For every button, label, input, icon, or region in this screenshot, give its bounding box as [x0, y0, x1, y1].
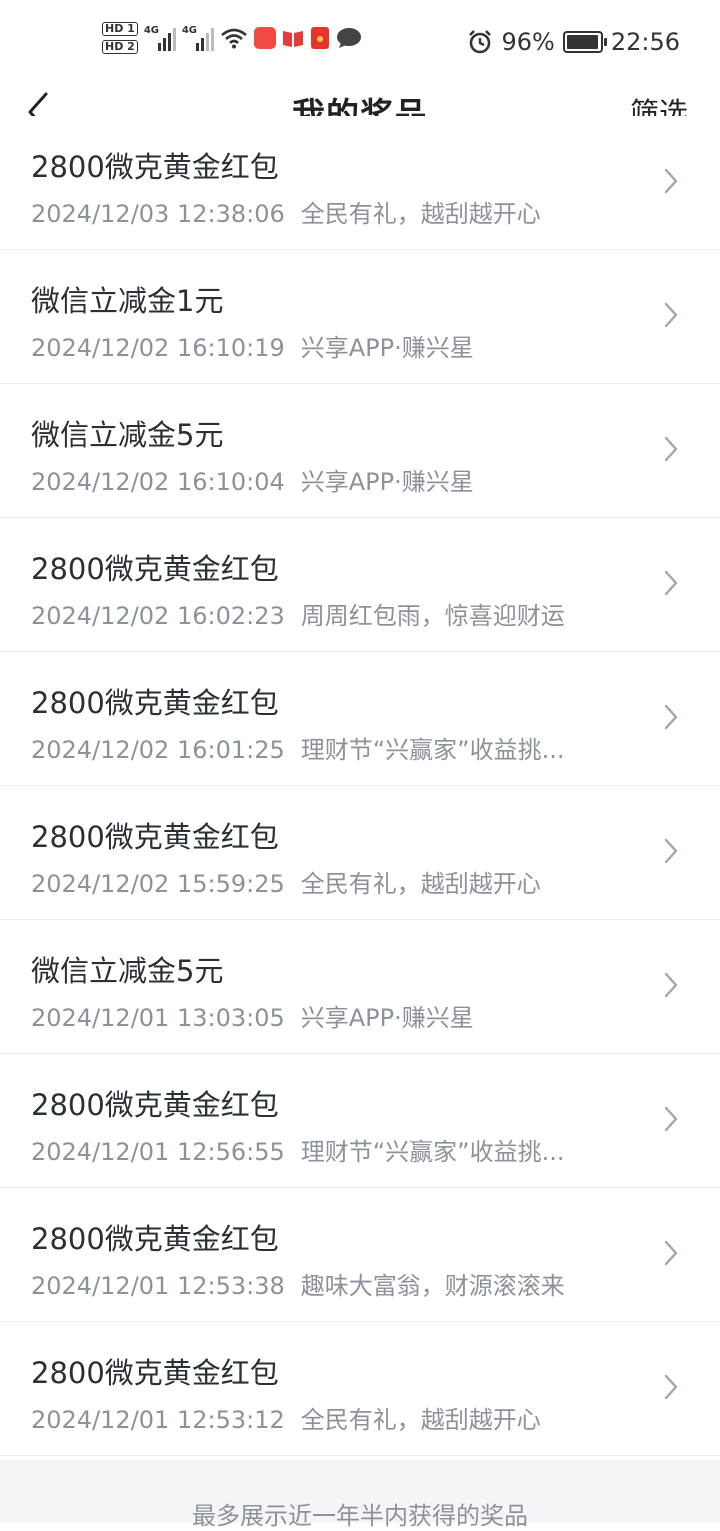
- network1-label: 4G: [143, 25, 159, 36]
- chevron-right-icon: [664, 570, 678, 596]
- sim-badges: HD 1 HD 2: [102, 22, 138, 54]
- prize-item[interactable]: 微信立减金5元 2024/12/02 16:10:04 兴享APP·赚兴星: [0, 384, 720, 518]
- prize-time: 2024/12/01 12:53:38: [31, 1272, 285, 1300]
- prize-meta: 2024/12/02 16:01:25 理财节“兴赢家”收益挑...: [31, 730, 565, 765]
- chevron-right-icon: [664, 1106, 678, 1132]
- red-envelope-app-icon: [310, 27, 329, 49]
- chevron-right-icon: [664, 704, 678, 730]
- prize-meta: 2024/12/01 13:03:05 兴享APP·赚兴星: [31, 998, 474, 1033]
- network2-label: 4G: [181, 25, 197, 36]
- prize-name: 微信立减金5元: [31, 954, 224, 988]
- prize-source: 兴享APP·赚兴星: [300, 1004, 474, 1032]
- prize-name: 2800微克黄金红包: [31, 686, 279, 720]
- prize-time: 2024/12/02 16:02:23: [31, 602, 285, 630]
- prize-name: 2800微克黄金红包: [31, 1222, 279, 1256]
- status-right: 96% 22:56: [467, 28, 680, 56]
- alarm-icon: [469, 30, 492, 54]
- prize-item[interactable]: 2800微克黄金红包 2024/12/01 12:56:55 理财节“兴赢家”收益挑…: [0, 1054, 720, 1188]
- prize-source: 理财节“兴赢家”收益挑...: [300, 736, 565, 764]
- chevron-right-icon: [664, 972, 678, 998]
- prize-name: 2800微克黄金红包: [31, 1088, 279, 1122]
- prize-name: 2800微克黄金红包: [31, 1356, 279, 1390]
- prize-source: 全民有礼，越刮越开心: [300, 870, 541, 898]
- prize-time: 2024/12/03 12:38:06: [31, 200, 285, 228]
- sim1-badge: HD 1: [102, 22, 138, 36]
- chevron-right-icon: [664, 436, 678, 462]
- prize-time: 2024/12/02 16:01:25: [31, 736, 285, 764]
- charging-battery-icon: [562, 31, 607, 53]
- prize-meta: 2024/12/02 16:02:23 周周红包雨，惊喜迎财运: [31, 596, 565, 631]
- prize-name: 2800微克黄金红包: [31, 552, 279, 586]
- prize-meta: 2024/12/01 12:53:38 趣味大富翁，财源滚滚来: [31, 1266, 565, 1301]
- prize-name: 微信立减金1元: [31, 284, 224, 318]
- footer-note: 最多展示近一年半内获得的奖品: [192, 1502, 528, 1530]
- prize-time: 2024/12/01 12:56:55: [31, 1138, 285, 1166]
- prize-name: 2800微克黄金红包: [31, 150, 279, 184]
- chevron-right-icon: [664, 168, 678, 194]
- prize-meta: 2024/12/01 12:56:55 理财节“兴赢家”收益挑...: [31, 1132, 565, 1167]
- prize-time: 2024/12/01 13:03:05: [31, 1004, 285, 1032]
- chevron-right-icon: [664, 838, 678, 864]
- chevron-right-icon: [664, 1374, 678, 1400]
- prize-item[interactable]: 2800微克黄金红包 2024/12/02 16:02:23 周周红包雨，惊喜迎财运: [0, 518, 720, 652]
- prize-item[interactable]: 微信立减金5元 2024/12/01 13:03:05 兴享APP·赚兴星: [0, 920, 720, 1054]
- prize-time: 2024/12/01 12:53:12: [31, 1406, 285, 1434]
- chevron-right-icon: [664, 1240, 678, 1266]
- prize-source: 全民有礼，越刮越开心: [300, 200, 541, 228]
- wifi-icon: [220, 28, 247, 49]
- list-footer: 最多展示近一年半内获得的奖品: [0, 1460, 720, 1530]
- prize-source: 趣味大富翁，财源滚滚来: [300, 1272, 565, 1300]
- prize-meta: 2024/12/02 16:10:04 兴享APP·赚兴星: [31, 462, 474, 497]
- battery-fill: [566, 35, 598, 49]
- prize-time: 2024/12/02 16:10:04: [31, 468, 285, 496]
- signal1-icon: 4G: [144, 25, 176, 51]
- prize-list: 2800微克黄金红包 2024/12/03 12:38:06 全民有礼，越刮越开心微…: [0, 116, 720, 1456]
- prize-source: 兴享APP·赚兴星: [300, 468, 474, 496]
- book-app-icon: [282, 31, 303, 47]
- shopping-app-icon: [253, 27, 276, 49]
- prize-name: 微信立减金5元: [31, 418, 224, 452]
- chat-app-icon: [336, 28, 361, 48]
- prize-source: 全民有礼，越刮越开心: [300, 1406, 541, 1434]
- prize-name: 2800微克黄金红包: [31, 820, 279, 854]
- prize-time: 2024/12/02 16:10:19: [31, 334, 285, 362]
- prize-time: 2024/12/02 15:59:25: [31, 870, 285, 898]
- prize-item[interactable]: 微信立减金1元 2024/12/02 16:10:19 兴享APP·赚兴星: [0, 250, 720, 384]
- prize-item[interactable]: 2800微克黄金红包 2024/12/02 15:59:25 全民有礼，越刮越开心: [0, 786, 720, 920]
- prize-source: 理财节“兴赢家”收益挑...: [300, 1138, 565, 1166]
- prize-meta: 2024/12/01 12:53:12 全民有礼，越刮越开心: [31, 1400, 541, 1435]
- prize-item[interactable]: 2800微克黄金红包 2024/12/01 12:53:12 全民有礼，越刮越开心: [0, 1322, 720, 1456]
- chevron-right-icon: [664, 302, 678, 328]
- prize-meta: 2024/12/03 12:38:06 全民有礼，越刮越开心: [31, 194, 541, 229]
- prize-meta: 2024/12/02 16:10:19 兴享APP·赚兴星: [31, 328, 474, 363]
- sim2-badge: HD 2: [102, 40, 138, 54]
- prize-meta: 2024/12/02 15:59:25 全民有礼，越刮越开心: [31, 864, 541, 899]
- status-left: HD 1 HD 2 4G 4G: [102, 22, 362, 54]
- prize-item[interactable]: 2800微克黄金红包 2024/12/01 12:53:38 趣味大富翁，财源滚滚来: [0, 1188, 720, 1322]
- clock: 22:56: [610, 28, 680, 56]
- signal2-icon: 4G: [182, 25, 214, 51]
- prize-source: 兴享APP·赚兴星: [300, 334, 474, 362]
- prize-item[interactable]: 2800微克黄金红包 2024/12/03 12:38:06 全民有礼，越刮越开心: [0, 116, 720, 250]
- prize-item[interactable]: 2800微克黄金红包 2024/12/02 16:01:25 理财节“兴赢家”收益挑…: [0, 652, 720, 786]
- battery-percent: 96%: [501, 28, 555, 56]
- status-bar: HD 1 HD 2 4G 4G 96% 22:56: [0, 0, 720, 84]
- prize-source: 周周红包雨，惊喜迎财运: [300, 602, 565, 630]
